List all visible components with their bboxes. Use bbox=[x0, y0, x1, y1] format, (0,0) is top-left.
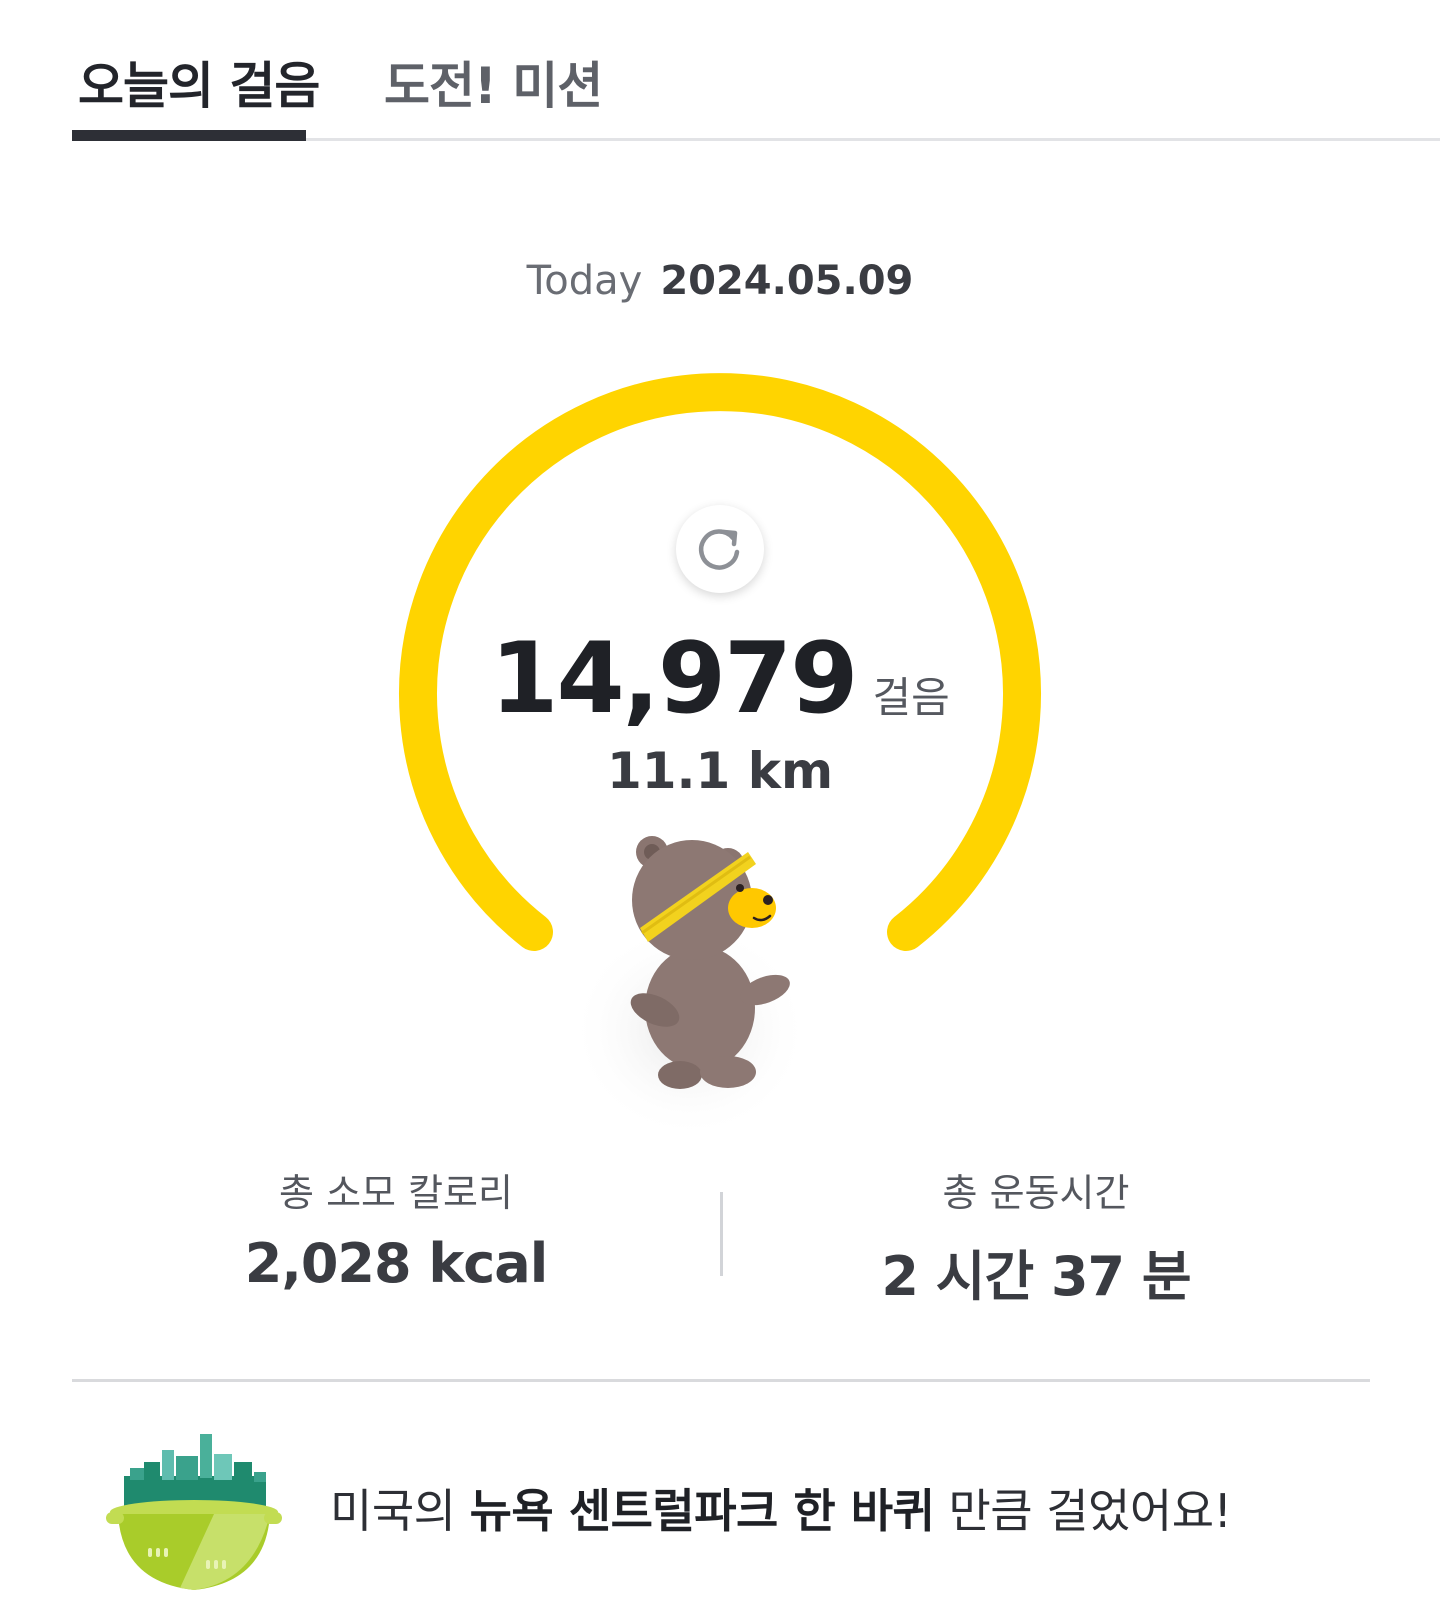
steps-display: 14,979 걸음 bbox=[0, 622, 1440, 736]
achievement-highlight: 뉴욕 센트럴파크 한 바퀴 bbox=[469, 1484, 935, 1538]
tab-bar: 오늘의 걸음 도전! 미션 bbox=[0, 0, 1440, 141]
refresh-icon bbox=[698, 529, 740, 570]
calories-label: 총 소모 칼로리 bbox=[279, 1171, 513, 1215]
refresh-button[interactable] bbox=[676, 505, 764, 593]
step-count: 14,979 bbox=[490, 622, 858, 736]
step-unit: 걸음 bbox=[872, 673, 950, 722]
exercise-time-label: 총 운동시간 bbox=[942, 1171, 1130, 1215]
step-progress-gauge bbox=[399, 373, 1041, 951]
achievement-prefix: 미국의 bbox=[330, 1484, 470, 1538]
date-row: Today 2024.05.09 bbox=[0, 258, 1440, 304]
section-divider bbox=[72, 1379, 1370, 1382]
park-landmark-icon bbox=[106, 1434, 282, 1590]
distance-value: 11.1 km bbox=[606, 742, 834, 800]
date-value: 2024.05.09 bbox=[660, 258, 914, 304]
bear-mascot-icon bbox=[570, 836, 810, 1140]
tab-challenge-mission[interactable]: 도전! 미션 bbox=[384, 46, 603, 118]
achievement-message: 미국의 뉴욕 센트럴파크 한 바퀴 만큼 걸었어요! bbox=[330, 1475, 1232, 1541]
tab-today-steps[interactable]: 오늘의 걸음 bbox=[78, 46, 320, 118]
stats-divider bbox=[720, 1192, 723, 1276]
exercise-time-value: 2 시간 37 분 bbox=[881, 1245, 1191, 1308]
achievement-suffix: 만큼 걸었어요! bbox=[934, 1484, 1232, 1538]
calories-value: 2,028 kcal bbox=[244, 1232, 548, 1295]
active-tab-indicator bbox=[72, 130, 306, 141]
today-label: Today bbox=[526, 258, 643, 304]
